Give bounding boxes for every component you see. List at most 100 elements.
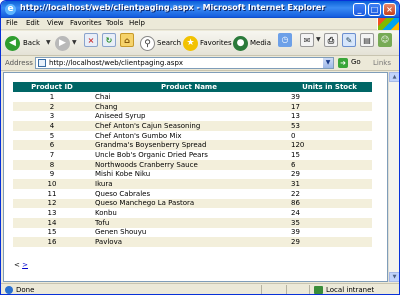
toolbar: ◀ Back ▼ ▶ ▼ × ↻ ⌂ ⚲ Search ★ Favorites … xyxy=(1,31,399,56)
table-row: 3 Aniseed Syrup 13 xyxy=(13,111,372,121)
scroll-down-icon[interactable]: ▼ xyxy=(389,272,399,282)
cell-product-id: 13 xyxy=(47,209,57,218)
cell-product-id: 5 xyxy=(49,131,55,140)
page-content: Product ID Product Name Units in Stock 1… xyxy=(3,72,388,282)
search-icon: ⚲ xyxy=(140,36,155,51)
cell-product-id: 15 xyxy=(47,228,57,237)
header-units-in-stock[interactable]: Units in Stock xyxy=(287,82,372,92)
cell-units-in-stock: 13 xyxy=(291,112,300,121)
ie-logo-icon: e xyxy=(5,4,16,15)
maximize-button[interactable]: □ xyxy=(368,3,381,16)
cell-product-id: 11 xyxy=(47,189,57,198)
back-button[interactable]: ◀ Back ▼ xyxy=(5,34,53,53)
discuss-icon[interactable]: ▤ xyxy=(360,33,374,47)
stop-icon[interactable]: × xyxy=(84,33,98,47)
cell-product-id: 1 xyxy=(49,92,55,101)
links-button[interactable]: Links xyxy=(373,59,391,67)
intranet-zone-icon xyxy=(314,286,323,294)
media-label: Media xyxy=(250,39,272,47)
menu-file[interactable]: File xyxy=(6,19,18,27)
table-row: 6 Grandma's Boysenberry Spread 120 xyxy=(13,140,372,151)
cell-units-in-stock: 35 xyxy=(287,217,372,228)
mail-icon[interactable]: ✉ xyxy=(300,33,314,47)
cell-units-in-stock: 0 xyxy=(291,131,296,140)
cell-units-in-stock: 29 xyxy=(291,170,300,179)
vertical-scrollbar[interactable]: ▲ ▼ xyxy=(388,72,399,282)
scroll-up-icon[interactable]: ▲ xyxy=(389,72,399,82)
cell-product-name: Genen Shouyu xyxy=(95,228,147,237)
history-icon[interactable]: ◷ xyxy=(278,33,292,47)
cell-product-id: 14 xyxy=(13,217,91,228)
pager-prev: < xyxy=(14,261,20,269)
cell-units-in-stock: 17 xyxy=(287,101,372,112)
menu-help[interactable]: Help xyxy=(129,19,145,27)
cell-product-name: Chef Anton's Cajun Seasoning xyxy=(91,121,287,131)
cell-product-name: Chai xyxy=(95,92,111,101)
menu-tools[interactable]: Tools xyxy=(106,19,123,27)
address-bar: Address http://localhost/web/clientpagin… xyxy=(1,56,399,71)
grid-header-row: Product ID Product Name Units in Stock xyxy=(13,82,372,92)
go-arrow-icon: ➜ xyxy=(338,58,348,68)
pager: < > xyxy=(14,261,28,269)
header-product-id[interactable]: Product ID xyxy=(13,82,91,92)
address-url: http://localhost/web/clientpaging.aspx xyxy=(49,59,184,67)
home-icon[interactable]: ⌂ xyxy=(120,33,134,47)
status-text: Done xyxy=(16,286,35,294)
refresh-icon[interactable]: ↻ xyxy=(102,33,116,47)
forward-dropdown-icon[interactable]: ▼ xyxy=(72,39,77,46)
status-divider xyxy=(309,285,310,294)
table-row: 15 Genen Shouyu 39 xyxy=(13,228,372,238)
products-grid: Product ID Product Name Units in Stock 1… xyxy=(13,82,372,247)
status-divider xyxy=(261,285,262,294)
window-title: http://localhost/web/clientpaging.aspx -… xyxy=(20,3,326,12)
cell-units-in-stock: 86 xyxy=(287,198,372,209)
media-button[interactable]: ● Media xyxy=(233,34,273,53)
back-dropdown-icon[interactable]: ▼ xyxy=(46,39,51,46)
cell-product-id: 2 xyxy=(13,101,91,112)
table-row: 1 Chai 39 xyxy=(13,92,372,102)
cell-product-name: Queso Manchego La Pastora xyxy=(91,198,287,209)
cell-product-id: 7 xyxy=(49,150,55,159)
print-icon[interactable]: ⎙ xyxy=(324,33,338,47)
cell-units-in-stock: 22 xyxy=(291,189,300,198)
cell-units-in-stock: 29 xyxy=(287,237,372,247)
menu-favorites[interactable]: Favorites xyxy=(70,19,102,27)
minimize-button[interactable]: _ xyxy=(353,3,366,16)
cell-units-in-stock: 53 xyxy=(287,121,372,131)
status-bar: Done Local intranet xyxy=(1,283,399,294)
address-label: Address xyxy=(5,59,33,67)
go-label: Go xyxy=(351,58,361,66)
status-divider xyxy=(286,285,287,294)
messenger-icon[interactable]: ☺ xyxy=(378,33,392,47)
close-button[interactable]: × xyxy=(383,3,396,16)
cell-product-id: 4 xyxy=(13,121,91,131)
pager-next-link[interactable]: > xyxy=(22,261,28,269)
cell-units-in-stock: 24 xyxy=(291,209,300,218)
security-zone: Local intranet xyxy=(326,286,375,294)
cell-units-in-stock: 120 xyxy=(287,140,372,151)
cell-product-id: 6 xyxy=(13,140,91,151)
address-field[interactable]: http://localhost/web/clientpaging.aspx ▼ xyxy=(35,57,334,69)
cell-units-in-stock: 39 xyxy=(291,92,300,101)
header-product-name[interactable]: Product Name xyxy=(91,82,287,92)
title-bar[interactable]: e http://localhost/web/clientpaging.aspx… xyxy=(1,1,399,18)
menu-bar: File Edit View Favorites Tools Help xyxy=(1,18,399,30)
table-row: 2 Chang 17 xyxy=(13,101,372,112)
cell-product-name: Northwoods Cranberry Sauce xyxy=(91,159,287,170)
cell-units-in-stock: 31 xyxy=(287,179,372,189)
favorites-button[interactable]: ★ Favorites xyxy=(183,34,232,53)
table-row: 5 Chef Anton's Gumbo Mix 0 xyxy=(13,131,372,141)
page-icon xyxy=(38,59,46,67)
menu-edit[interactable]: Edit xyxy=(26,19,40,27)
menu-view[interactable]: View xyxy=(47,19,64,27)
table-row: 4 Chef Anton's Cajun Seasoning 53 xyxy=(13,121,372,131)
cell-product-id: 12 xyxy=(13,198,91,209)
address-dropdown-icon[interactable]: ▼ xyxy=(323,58,333,68)
search-button[interactable]: ⚲ Search xyxy=(140,34,181,53)
cell-units-in-stock: 15 xyxy=(291,150,300,159)
edit-icon[interactable]: ✎ xyxy=(342,33,356,47)
forward-button[interactable]: ▶ ▼ xyxy=(55,34,79,53)
table-row: 8 Northwoods Cranberry Sauce 6 xyxy=(13,159,372,170)
table-row: 7 Uncle Bob's Organic Dried Pears 15 xyxy=(13,150,372,160)
mail-dropdown-icon[interactable]: ▼ xyxy=(316,36,321,43)
